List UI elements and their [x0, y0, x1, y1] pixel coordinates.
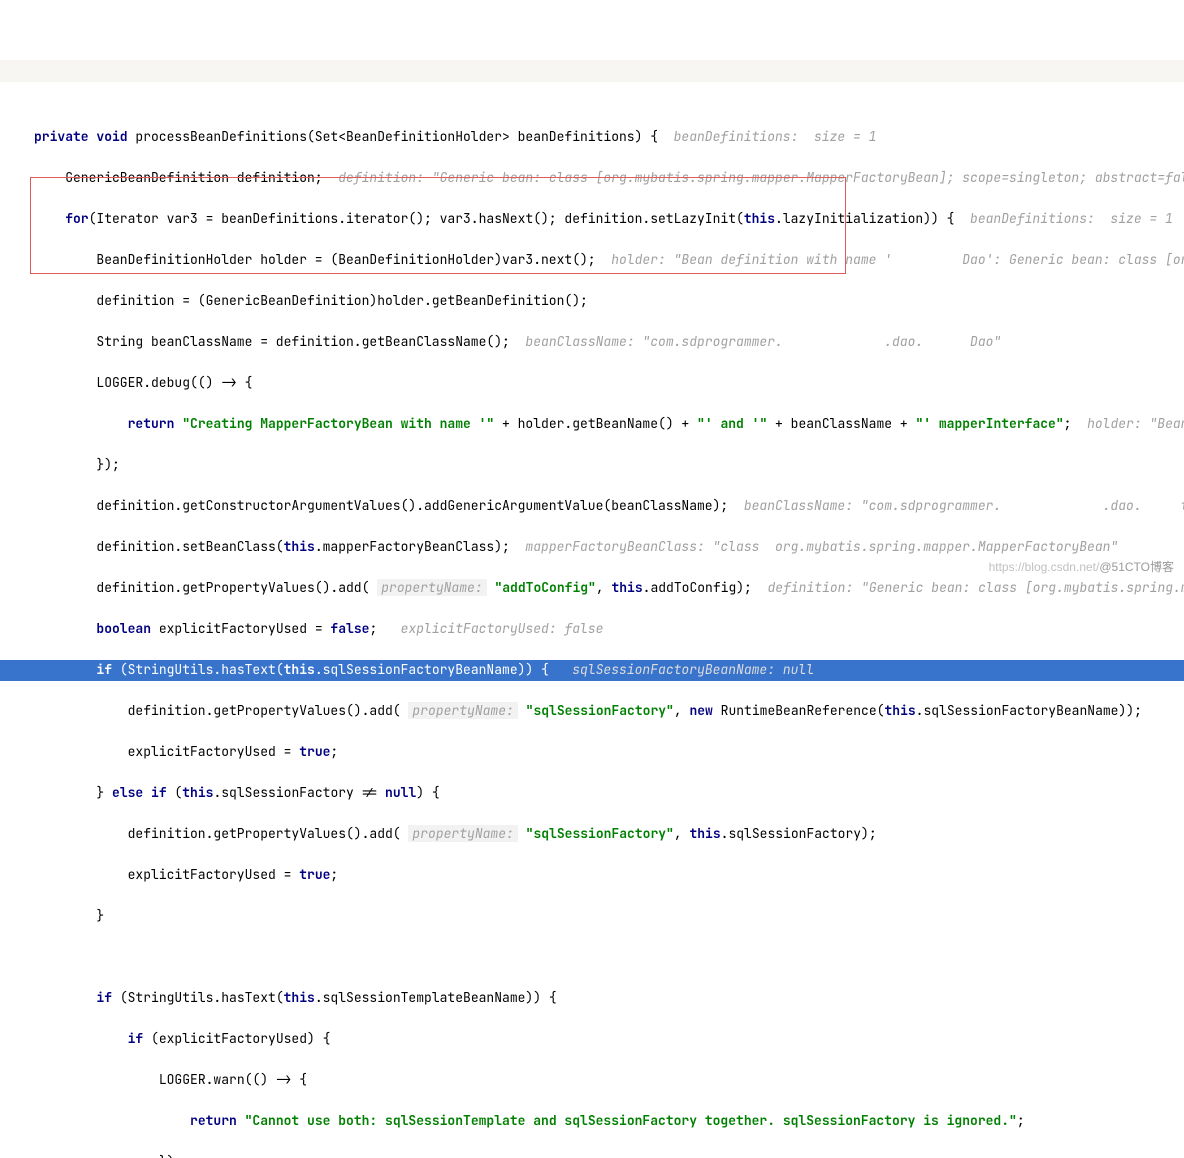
this-keyword: this: [884, 702, 915, 719]
string-literal: "' and '": [697, 415, 767, 432]
this-keyword: this: [284, 661, 315, 678]
this-keyword: this: [689, 825, 720, 842]
code-line-15[interactable]: definition.getPropertyValues().add( prop…: [0, 701, 1184, 722]
code-line-17[interactable]: } else if (this.sqlSessionFactory != nul…: [0, 783, 1184, 804]
inlay-hint: beanClassName: "com.sdprogrammer. .dao. …: [744, 497, 1184, 514]
keyword: true: [299, 866, 330, 883]
line-shade: [0, 60, 1184, 82]
code-line-6[interactable]: String beanClassName = definition.getBea…: [0, 332, 1184, 353]
keyword: return: [190, 1112, 245, 1129]
string-literal: "addToConfig": [494, 579, 595, 596]
code-line-11[interactable]: definition.setBeanClass(this.mapperFacto…: [0, 537, 1184, 558]
keyword: return: [128, 415, 183, 432]
code-line-1[interactable]: private void processBeanDefinitions(Set<…: [0, 127, 1184, 148]
code-line-16[interactable]: explicitFactoryUsed = true;: [0, 742, 1184, 763]
inlay-hint: definition: "Generic bean: class [org.my…: [767, 579, 1184, 596]
code-line-9[interactable]: });: [0, 455, 1184, 476]
code-line-12[interactable]: definition.getPropertyValues().add( prop…: [0, 578, 1184, 599]
keyword: boolean: [96, 620, 151, 637]
code-line-23[interactable]: if (explicitFactoryUsed) {: [0, 1029, 1184, 1050]
code-line-2[interactable]: GenericBeanDefinition definition; defini…: [0, 168, 1184, 189]
code-line-5[interactable]: definition = (GenericBeanDefinition)hold…: [0, 291, 1184, 312]
inlay-hint: sqlSessionFactoryBeanName: null: [572, 661, 814, 678]
this-keyword: this: [284, 538, 315, 555]
inlay-hint: holder: "Bean definition with name ' Dao…: [611, 251, 1184, 268]
keyword: true: [299, 743, 330, 760]
code-line-7[interactable]: LOGGER.debug(() -> {: [0, 373, 1184, 394]
code-line-3[interactable]: for(Iterator var3 = beanDefinitions.iter…: [0, 209, 1184, 230]
keyword: for: [65, 210, 88, 227]
string-literal: "' mapperInterface": [915, 415, 1063, 432]
code-line-10[interactable]: definition.getConstructorArgumentValues(…: [0, 496, 1184, 517]
keyword: if: [128, 1030, 151, 1047]
code-line-18[interactable]: definition.getPropertyValues().add( prop…: [0, 824, 1184, 845]
code-line-13[interactable]: boolean explicitFactoryUsed = false; exp…: [0, 619, 1184, 640]
code-line-20[interactable]: }: [0, 906, 1184, 927]
code-line-26[interactable]: });: [0, 1152, 1184, 1158]
code-line-8[interactable]: return "Creating MapperFactoryBean with …: [0, 414, 1184, 435]
param-hint: propertyName:: [408, 825, 517, 842]
code-line-14-highlighted[interactable]: if (StringUtils.hasText(this.sqlSessionF…: [0, 660, 1184, 681]
keyword: false: [330, 620, 369, 637]
keyword: if: [96, 661, 119, 678]
keyword: else if: [112, 784, 174, 801]
keyword: private void: [34, 128, 135, 145]
code-line-25[interactable]: return "Cannot use both: sqlSessionTempl…: [0, 1111, 1184, 1132]
inlay-hint: mapperFactoryBeanClass: "class org.mybat…: [525, 538, 1118, 555]
keyword: new: [689, 702, 720, 719]
code-line-19[interactable]: explicitFactoryUsed = true;: [0, 865, 1184, 886]
this-keyword: this: [744, 210, 775, 227]
keyword: if: [96, 989, 119, 1006]
this-keyword: this: [611, 579, 642, 596]
string-literal: "Creating MapperFactoryBean with name '": [182, 415, 494, 432]
inlay-hint: holder: "Bean d: [1087, 415, 1184, 432]
watermark: https://blog.csdn.net/@51CTO博客: [989, 557, 1174, 578]
string-literal: "sqlSessionFactory": [526, 702, 674, 719]
code-line-24[interactable]: LOGGER.warn(() -> {: [0, 1070, 1184, 1091]
code-line-22[interactable]: if (StringUtils.hasText(this.sqlSessionT…: [0, 988, 1184, 1009]
inlay-hint: beanDefinitions: size = 1: [674, 128, 877, 145]
param-hint: propertyName:: [408, 702, 517, 719]
this-keyword: this: [182, 784, 213, 801]
this-keyword: this: [284, 989, 315, 1006]
code-line-21[interactable]: [0, 947, 1184, 968]
inlay-hint: explicitFactoryUsed: false: [401, 620, 604, 637]
inlay-hint: definition: "Generic bean: class [org.my…: [338, 169, 1184, 186]
param-hint: propertyName:: [377, 579, 486, 596]
string-literal: "sqlSessionFactory": [526, 825, 674, 842]
string-literal: "Cannot use both: sqlSessionTemplate and…: [245, 1112, 1017, 1129]
keyword: null: [385, 784, 416, 801]
inlay-hint: beanClassName: "com.sdprogrammer. .dao. …: [525, 333, 1001, 350]
inlay-hint: beanDefinitions: size = 1 l: [970, 210, 1184, 227]
code-line-4[interactable]: BeanDefinitionHolder holder = (BeanDefin…: [0, 250, 1184, 271]
